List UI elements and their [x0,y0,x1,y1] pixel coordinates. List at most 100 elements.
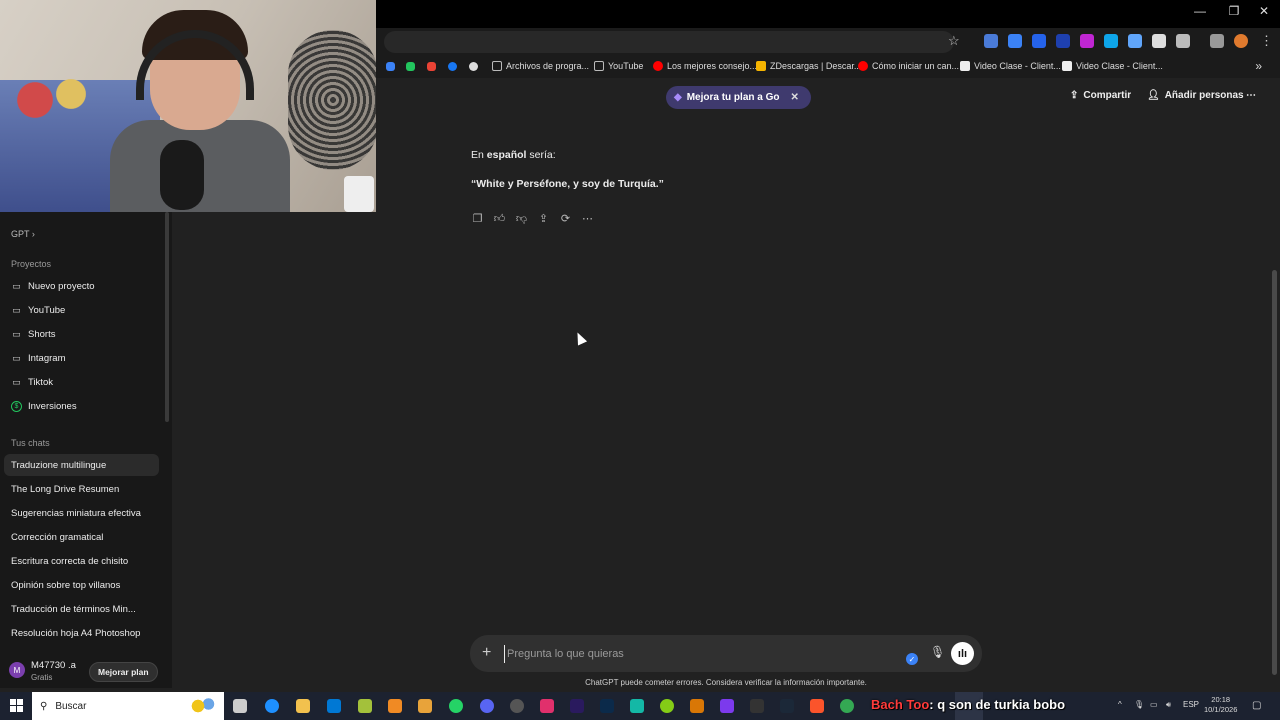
bookmark-item[interactable]: Cómo iniciar un can... [858,61,959,71]
close-icon[interactable]: ✕ [791,92,799,103]
premiere-icon[interactable] [570,699,584,713]
extension-icon[interactable] [1104,34,1118,48]
upgrade-plan-button[interactable]: Mejorar plan [89,662,158,682]
extension-icon[interactable] [984,34,998,48]
extension-icon[interactable] [1128,34,1142,48]
bookmark-item[interactable]: Archivos de progra... [492,61,589,71]
puzzle-icon[interactable] [1176,34,1190,48]
taskbar-search[interactable]: ⚲ Buscar [32,692,224,720]
user-menu[interactable]: M M47730 .a Gratis Mejorar plan [0,658,172,688]
cc-icon [960,61,970,71]
thumbs-down-icon[interactable]: 👎︎ [515,212,528,225]
more-options-icon[interactable]: ⋯ [1246,90,1256,101]
projects-heading: Proyectos [11,259,52,269]
volume-icon[interactable]: 🔊︎ [1166,700,1171,710]
gmail-icon[interactable] [427,62,436,71]
bookmark-item[interactable]: YouTube [594,61,643,71]
thumbs-up-icon[interactable]: 👍︎ [493,212,506,225]
minimize-icon[interactable]: — [1184,4,1216,18]
restore-icon[interactable]: ❐ [1218,4,1250,18]
microphone-icon[interactable]: 🎙︎ [930,645,945,659]
chat-item[interactable]: Traduzione multilingue [4,454,159,476]
bookmark-item[interactable]: Video Clase - Client... [1062,61,1163,71]
share-icon[interactable]: ⇪ [537,212,550,225]
clock[interactable]: 20:18 10/1/2026 [1204,695,1237,715]
profile-avatar[interactable] [1234,34,1248,48]
network-icon[interactable]: ▭ [1150,700,1158,709]
sidebar: GPT › Proyectos ▭ Nuevo proyecto ▭ YouTube… [0,212,172,688]
share-button[interactable]: ⇪ Compartir [1070,90,1131,101]
sidebar-item-youtube[interactable]: ▭ YouTube [4,299,159,321]
chat-item[interactable]: Corrección gramatical [4,526,159,548]
file-explorer-icon[interactable] [296,699,310,713]
screen: — ❐ ✕ ☆ ⋮ Archivos de progra... YouTube … [0,0,1280,720]
bookmark-item[interactable]: ZDescargas | Descar... [756,61,861,71]
app-icon[interactable] [690,699,704,713]
extension-icon[interactable] [1080,34,1094,48]
main-scrollbar[interactable] [1272,270,1277,675]
bookmark-eye-icon[interactable] [386,62,395,71]
bookmark-item[interactable]: Video Clase - Client... [960,61,1061,71]
prompt-input[interactable] [504,645,864,663]
task-view-icon[interactable] [233,699,247,713]
sidebar-item-tiktok[interactable]: ▭ Tiktok [4,371,159,393]
upgrade-pill[interactable]: ◆ Mejora tu plan a Go ✕ [666,86,811,109]
sidebar-item-shorts[interactable]: ▭ Shorts [4,323,159,345]
more-icon[interactable]: ⋯ [581,212,594,225]
steam-icon[interactable] [780,699,794,713]
regenerate-icon[interactable]: ⟳ [559,212,572,225]
bookmark-icon[interactable] [469,62,478,71]
app-icon[interactable] [510,699,524,713]
chat-item[interactable]: Escritura correcta de chisito [4,550,159,572]
chat-item[interactable]: The Long Drive Resumen [4,478,159,500]
whatsapp-icon[interactable] [449,699,463,713]
epic-games-icon[interactable] [750,699,764,713]
app-icon[interactable] [358,699,372,713]
sidebar-scrollbar[interactable] [165,212,169,422]
menu-kebab-icon[interactable]: ⋮ [1260,33,1273,49]
app-icon[interactable] [418,699,432,713]
sidebar-item-intagram[interactable]: ▭ Intagram [4,347,159,369]
bookmark-green-icon[interactable] [406,62,415,71]
media-icon[interactable] [1210,34,1224,48]
taskbar: ⚲ Buscar Bach Too: q son de turkia bobo … [0,692,1280,720]
app-icon[interactable] [630,699,644,713]
extension-icon[interactable] [1032,34,1046,48]
chevron-up-icon[interactable]: ^ [1118,700,1122,709]
chat-item[interactable]: Resolución hoja A4 Photoshop [4,622,159,644]
close-icon[interactable]: ✕ [1248,4,1280,18]
tiktok-icon[interactable] [540,699,554,713]
extension-icon[interactable] [1008,34,1022,48]
bookmark-item[interactable]: Los mejores consejo... [653,61,757,71]
facebook-icon[interactable] [448,62,457,71]
mic-tray-icon[interactable]: 🎙︎ [1134,700,1144,709]
extension-icon[interactable] [1152,34,1166,48]
notifications-icon[interactable]: ▢ [1252,700,1261,711]
voice-mode-button[interactable]: ılı [951,642,974,665]
app-icon[interactable] [660,699,674,713]
more-bookmarks-icon[interactable]: » [1255,59,1262,73]
address-bar[interactable] [384,31,954,53]
chat-item[interactable]: Sugerencias miniatura efectiva [4,502,159,524]
browser-toolbar: ☆ ⋮ [376,28,1280,56]
language-indicator[interactable]: ESP [1183,700,1199,709]
sidebar-item-inversiones[interactable]: $ Inversiones [4,395,159,417]
game-icon[interactable] [720,699,734,713]
sidebar-item-new-project[interactable]: ▭ Nuevo proyecto [4,275,159,297]
copy-icon[interactable]: ❐ [471,212,484,225]
chat-item[interactable]: Opinión sobre top villanos [4,574,159,596]
chat-item[interactable]: Traducción de términos Min... [4,598,159,620]
brave-icon[interactable] [810,699,824,713]
vlc-icon[interactable] [388,699,402,713]
extension-icon[interactable] [1056,34,1070,48]
discord-icon[interactable] [480,699,494,713]
plus-icon[interactable]: + [482,644,491,662]
windows-start-icon[interactable] [10,699,23,712]
photoshop-icon[interactable] [600,699,614,713]
add-people-button[interactable]: 👤︎ Añadir personas [1147,90,1244,101]
bookmark-star-icon[interactable]: ☆ [948,33,960,49]
store-icon[interactable] [327,699,341,713]
chrome-icon[interactable] [840,699,854,713]
app-icon[interactable] [265,699,279,713]
gpts-link[interactable]: GPT › [11,229,35,239]
